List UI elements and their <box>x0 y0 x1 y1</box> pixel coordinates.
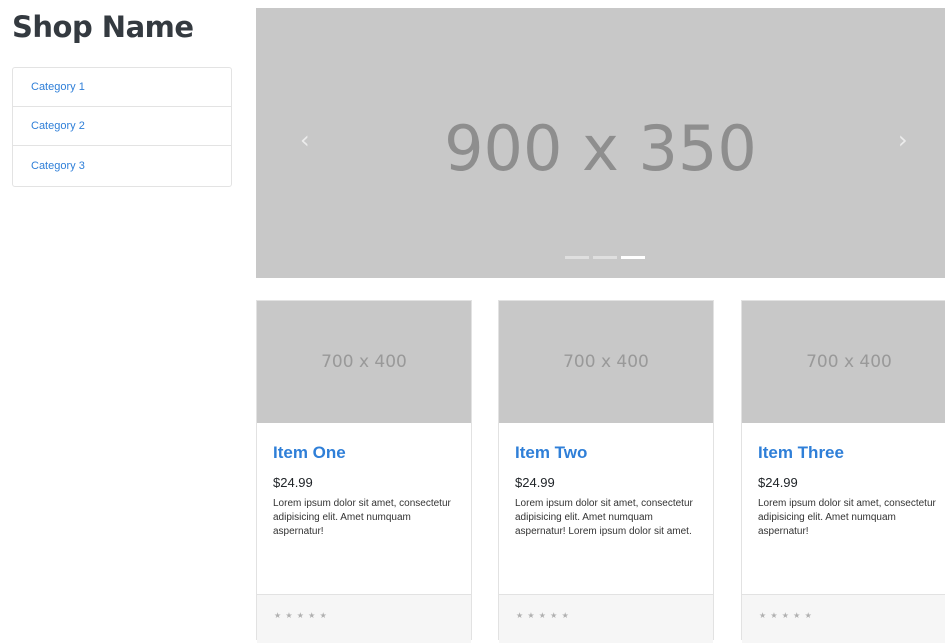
hero-carousel: 900 x 350 ‹ › <box>256 8 945 278</box>
card-footer: ★ ★ ★ ★ ★ <box>499 594 713 643</box>
product-description: Lorem ipsum dolor sit amet, consectetur … <box>758 498 936 537</box>
shop-name[interactable]: Shop Name <box>12 10 194 44</box>
carousel-indicator-2[interactable] <box>593 256 617 259</box>
chevron-right-icon[interactable]: › <box>898 126 908 154</box>
product-price: $24.99 <box>273 475 313 490</box>
carousel-indicators <box>565 256 645 259</box>
product-price: $24.99 <box>758 475 798 490</box>
product-title-link[interactable]: Item Three <box>758 442 940 464</box>
product-card: 700 x 400 Item One $24.99 Lorem ipsum do… <box>256 300 472 643</box>
category-item: Category 1 <box>13 68 231 107</box>
product-price: $24.99 <box>515 475 555 490</box>
product-image[interactable]: 700 x 400 <box>742 301 945 423</box>
carousel-indicator-1[interactable] <box>565 256 589 259</box>
card-footer: ★ ★ ★ ★ ★ <box>742 594 945 643</box>
category-link-2[interactable]: Category 2 <box>13 120 85 132</box>
category-item: Category 2 <box>13 107 231 146</box>
star-rating-icon: ★ ★ ★ ★ ★ <box>274 611 328 620</box>
star-rating-icon: ★ ★ ★ ★ ★ <box>759 611 813 620</box>
product-card: 700 x 400 Item Two $24.99 Lorem ipsum do… <box>498 300 714 643</box>
product-description: Lorem ipsum dolor sit amet, consectetur … <box>515 498 693 537</box>
carousel-indicator-3[interactable] <box>621 256 645 259</box>
product-description: Lorem ipsum dolor sit amet, consectetur … <box>273 498 451 537</box>
chevron-left-icon[interactable]: ‹ <box>300 126 310 154</box>
product-image[interactable]: 700 x 400 <box>257 301 471 423</box>
category-link-3[interactable]: Category 3 <box>13 160 85 172</box>
product-title-link[interactable]: Item One <box>273 442 455 464</box>
category-item: Category 3 <box>13 146 231 186</box>
product-image[interactable]: 700 x 400 <box>499 301 713 423</box>
product-card: 700 x 400 Item Three $24.99 Lorem ipsum … <box>741 300 945 643</box>
product-title-link[interactable]: Item Two <box>515 442 697 464</box>
category-link-1[interactable]: Category 1 <box>13 81 85 93</box>
carousel-slide-placeholder: 900 x 350 <box>444 112 757 185</box>
star-rating-icon: ★ ★ ★ ★ ★ <box>516 611 570 620</box>
card-footer: ★ ★ ★ ★ ★ <box>257 594 471 643</box>
category-list: Category 1 Category 2 Category 3 <box>12 67 232 187</box>
